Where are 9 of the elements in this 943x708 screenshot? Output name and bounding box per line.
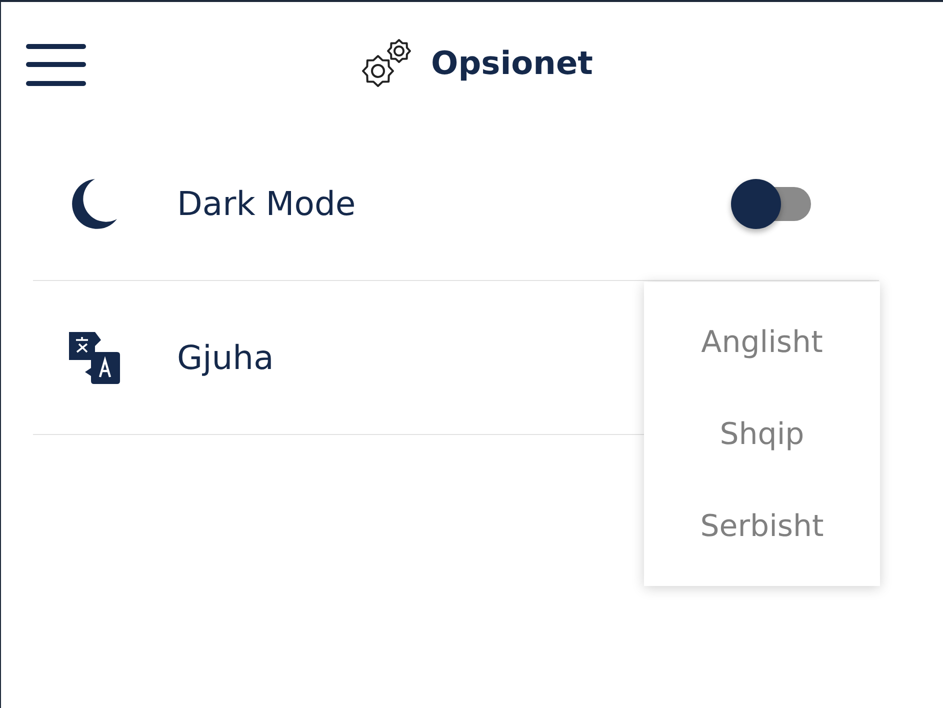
- page-title: Opsionet: [431, 43, 593, 84]
- language-option[interactable]: Anglisht: [644, 296, 880, 388]
- setting-label: Dark Mode: [177, 182, 356, 225]
- gears-icon: [361, 38, 414, 88]
- language-option[interactable]: Shqip: [644, 388, 880, 480]
- setting-label: Gjuha: [177, 336, 274, 379]
- language-option[interactable]: Serbisht: [644, 480, 880, 572]
- toggle-switch[interactable]: [731, 178, 811, 228]
- menu-button[interactable]: [26, 44, 86, 86]
